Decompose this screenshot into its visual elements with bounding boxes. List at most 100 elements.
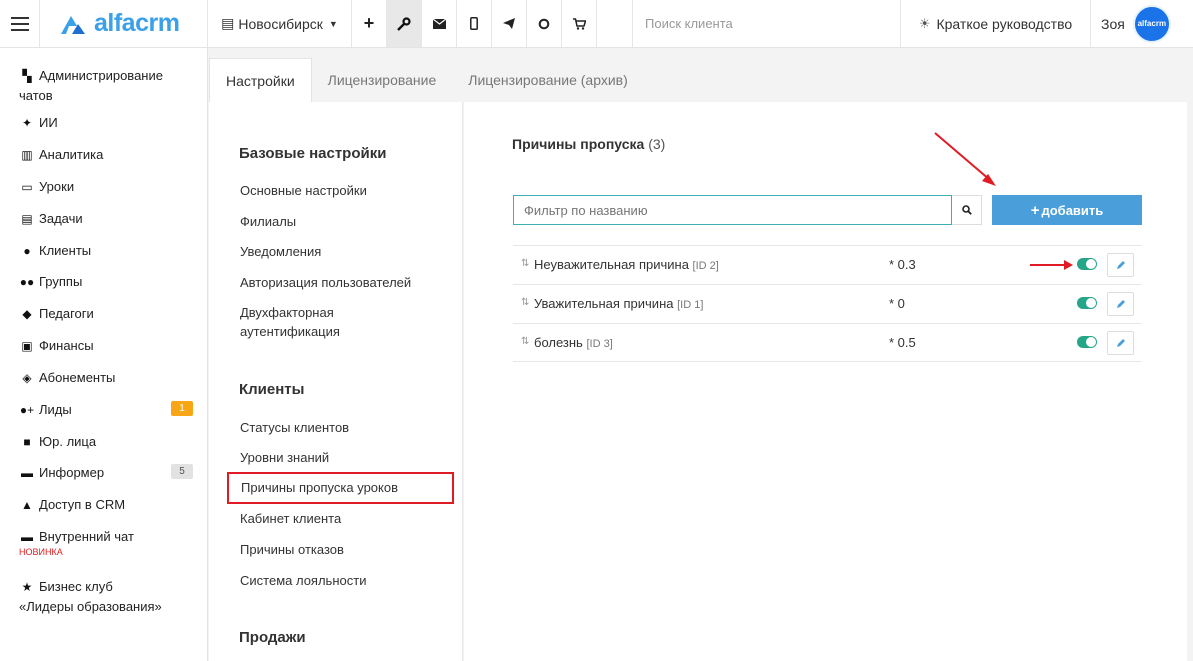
search-icon bbox=[961, 205, 972, 215]
graduation-cap-icon: ◆ bbox=[22, 307, 32, 321]
sidebar-item-label: Администрирование чатов bbox=[19, 68, 163, 103]
cart-button[interactable] bbox=[562, 0, 597, 47]
reason-name: болезнь [ID 3] bbox=[534, 335, 613, 350]
user-icon: ● bbox=[23, 244, 31, 258]
logo-text: alfacrm bbox=[94, 9, 180, 37]
table-row: ⇅ Уважительная причина [ID 1] * 0 bbox=[513, 284, 1142, 323]
sidebar-item-label: Задачи bbox=[39, 211, 83, 226]
reason-id: [ID 2] bbox=[692, 260, 719, 272]
filter-search-button[interactable] bbox=[952, 195, 982, 225]
sidebar-item-clients[interactable]: ● Клиенты bbox=[0, 241, 207, 272]
sidebar-item-leads[interactable]: ●+ Лиды 1 bbox=[0, 400, 207, 432]
building-icon: ▤ bbox=[221, 15, 235, 31]
toolbar-spacer bbox=[597, 0, 633, 47]
table-row: ⇅ Неуважительная причина [ID 2] * 0.3 bbox=[513, 245, 1142, 284]
sidebar-item-internal-chat[interactable]: ▬ Внутренний чат НОВИНКА bbox=[0, 527, 207, 577]
reason-name: Неуважительная причина [ID 2] bbox=[534, 257, 719, 272]
mail-icon bbox=[432, 18, 446, 29]
edit-reason-button[interactable] bbox=[1107, 292, 1134, 316]
pencil-icon bbox=[1116, 300, 1125, 308]
phone-button[interactable] bbox=[457, 0, 492, 47]
sidebar-item-teachers[interactable]: ◆ Педагоги bbox=[0, 304, 207, 336]
drag-sort-icon[interactable]: ⇅ bbox=[521, 297, 529, 308]
tab-settings[interactable]: Настройки bbox=[209, 58, 312, 102]
drag-sort-icon[interactable]: ⇅ bbox=[521, 258, 529, 269]
plus-icon: + bbox=[363, 13, 375, 33]
sidebar-item-informer[interactable]: ▬ Информер 5 bbox=[0, 463, 207, 495]
reasons-table: ⇅ Неуважительная причина [ID 2] * 0.3 ⇅ … bbox=[513, 245, 1142, 362]
city-select[interactable]: ▤ Новосибирск ▼ bbox=[208, 0, 352, 47]
chats-icon: ▚ bbox=[22, 69, 32, 83]
menu-item-notifications[interactable]: Уведомления bbox=[240, 242, 321, 261]
quick-guide-button[interactable]: ☀ Краткое руководство bbox=[901, 0, 1091, 47]
sidebar-item-label: Внутренний чат bbox=[39, 529, 134, 544]
sidebar-item-ai[interactable]: ✦ ИИ bbox=[0, 113, 207, 145]
reason-enabled-toggle[interactable] bbox=[1077, 297, 1097, 309]
sidebar-item-label: Клиенты bbox=[39, 243, 92, 258]
sidebar-item-business-club[interactable]: ★ Бизнес клуб «Лидеры образования» bbox=[0, 577, 180, 617]
sidebar: ▚ Администрирование чатов ✦ ИИ ▥ Аналитика … bbox=[0, 48, 208, 661]
edit-reason-button[interactable] bbox=[1107, 253, 1134, 277]
plus-icon: + bbox=[1030, 201, 1040, 219]
sidebar-item-label: ИИ bbox=[39, 115, 58, 130]
sidebar-item-subscriptions[interactable]: ◈ Абонементы bbox=[0, 368, 207, 400]
add-button[interactable]: + bbox=[352, 0, 387, 47]
tab-licensing-archive[interactable]: Лицензирование (архив) bbox=[452, 58, 644, 102]
menu-toggle-button[interactable] bbox=[0, 0, 40, 47]
sidebar-item-crm-access[interactable]: ▲ Доступ в CRM bbox=[0, 495, 207, 527]
name-filter-input[interactable] bbox=[513, 195, 952, 225]
cart-icon bbox=[572, 17, 586, 30]
menu-heading-sales: Продажи bbox=[239, 629, 306, 646]
menu-item-branches[interactable]: Филиалы bbox=[240, 212, 296, 231]
tab-licensing[interactable]: Лицензирование bbox=[312, 58, 453, 102]
menu-item-two-factor[interactable]: Двухфакторная аутентификация bbox=[240, 303, 370, 341]
sidebar-item-label: Юр. лица bbox=[39, 434, 97, 449]
sidebar-item-groups[interactable]: ●● Группы bbox=[0, 272, 207, 304]
menu-item-loyalty-system[interactable]: Система лояльности bbox=[240, 571, 366, 590]
quick-guide-label: Краткое руководство bbox=[936, 15, 1073, 32]
telegram-button[interactable] bbox=[492, 0, 527, 47]
menu-item-absence-reasons[interactable]: Причины пропуска уроков bbox=[227, 472, 454, 504]
client-search-input[interactable]: Поиск клиента bbox=[633, 0, 901, 47]
sidebar-item-finance[interactable]: ▣ Финансы bbox=[0, 336, 207, 368]
sidebar-item-analytics[interactable]: ▥ Аналитика bbox=[0, 145, 207, 177]
tag-icon: ◈ bbox=[22, 371, 32, 385]
logo[interactable]: alfacrm bbox=[40, 0, 208, 47]
reason-coefficient: * 0.3 bbox=[889, 257, 916, 272]
menu-item-knowledge-levels[interactable]: Уровни знаний bbox=[240, 448, 329, 467]
reason-name-text: Уважительная причина bbox=[534, 296, 674, 311]
sidebar-item-chat-admin[interactable]: ▚ Администрирование чатов bbox=[0, 66, 207, 113]
menu-item-client-cabinet[interactable]: Кабинет клиента bbox=[240, 509, 341, 528]
tab-bar: Настройки Лицензирование Лицензирование … bbox=[209, 58, 644, 102]
menu-item-main-settings[interactable]: Основные настройки bbox=[240, 181, 367, 200]
new-badge: НОВИНКА bbox=[19, 547, 63, 557]
reason-coefficient: * 0 bbox=[889, 296, 905, 311]
logo-icon bbox=[61, 15, 85, 34]
table-row: ⇅ болезнь [ID 3] * 0.5 bbox=[513, 323, 1142, 362]
wrench-icon bbox=[397, 16, 411, 31]
mail-button[interactable] bbox=[422, 0, 457, 47]
reason-enabled-toggle[interactable] bbox=[1077, 258, 1097, 270]
map-icon: ▥ bbox=[21, 148, 33, 162]
sidebar-item-legal-entities[interactable]: ■ Юр. лица bbox=[0, 432, 207, 463]
reason-name-text: болезнь bbox=[534, 335, 583, 350]
sidebar-item-tasks[interactable]: ▤ Задачи bbox=[0, 209, 207, 241]
sparkle-icon: ✦ bbox=[21, 116, 33, 130]
reason-id: [ID 1] bbox=[677, 299, 704, 311]
whatsapp-button[interactable] bbox=[527, 0, 562, 47]
user-menu[interactable]: Зоя alfacrm bbox=[1091, 0, 1193, 47]
add-reason-button[interactable]: + добавить bbox=[992, 195, 1142, 225]
menu-item-user-auth[interactable]: Авторизация пользователей bbox=[240, 273, 411, 292]
edit-reason-button[interactable] bbox=[1107, 331, 1134, 355]
reason-name-text: Неуважительная причина bbox=[534, 257, 689, 272]
absence-reasons-panel: Причины пропуска (3) + добавить ⇅ Неуваж… bbox=[464, 102, 1187, 661]
reasons-count: (3) bbox=[648, 136, 666, 152]
menu-item-refusal-reasons[interactable]: Причины отказов bbox=[240, 540, 344, 559]
phone-icon bbox=[470, 17, 478, 30]
drag-sort-icon[interactable]: ⇅ bbox=[521, 336, 529, 347]
sidebar-item-label: Группы bbox=[39, 274, 83, 289]
settings-button[interactable] bbox=[387, 0, 422, 47]
menu-item-client-statuses[interactable]: Статусы клиентов bbox=[240, 418, 349, 437]
sidebar-item-lessons[interactable]: ▭ Уроки bbox=[0, 177, 207, 209]
reason-enabled-toggle[interactable] bbox=[1077, 336, 1097, 348]
